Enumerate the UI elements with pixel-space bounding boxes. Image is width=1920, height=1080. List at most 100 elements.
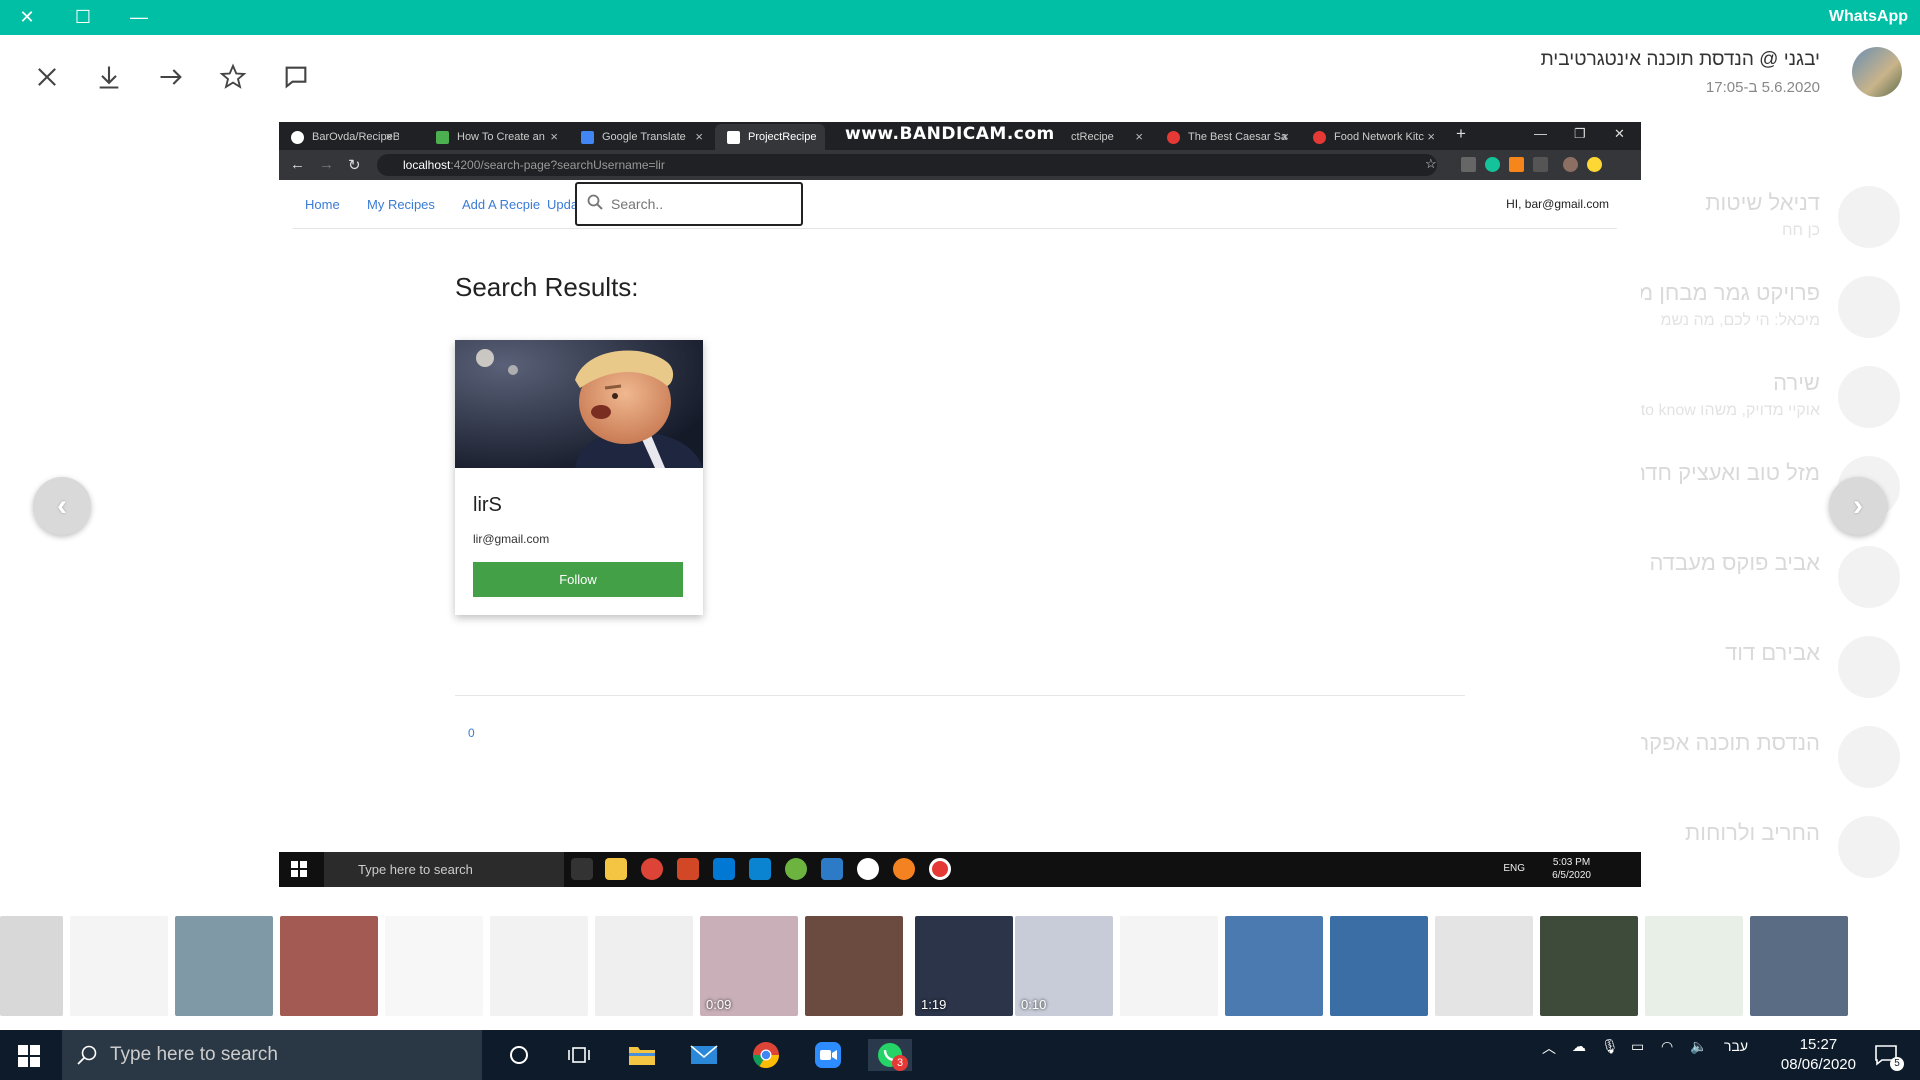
star-button[interactable] (211, 55, 255, 99)
taskbar-search[interactable]: Type here to search (62, 1030, 482, 1080)
notification-center-button[interactable]: 5 (1864, 1039, 1908, 1071)
close-window-icon[interactable]: ✕ (2, 0, 52, 35)
inner-taskbar-search[interactable]: Type here to search (324, 852, 564, 887)
profile-avatar[interactable] (1563, 157, 1578, 172)
previous-media-button[interactable]: ‹ (33, 477, 91, 535)
close-tab-icon[interactable]: × (1281, 129, 1289, 144)
reload-icon[interactable]: ↻ (348, 156, 361, 174)
powerpoint-icon[interactable] (677, 858, 699, 880)
close-tab-icon[interactable]: × (550, 129, 558, 144)
go-to-message-button[interactable] (274, 55, 318, 99)
next-media-button[interactable]: › (1829, 477, 1887, 535)
chevron-up-icon[interactable]: ︿ (1542, 1038, 1556, 1058)
windows-logo-icon[interactable] (291, 861, 307, 877)
close-tab-icon[interactable]: × (695, 129, 703, 144)
media-thumbnail[interactable] (1435, 916, 1533, 1016)
browser-toolbar: ← → ↻ localhost:4200/search-page?searchU… (279, 150, 1641, 180)
microphone-icon[interactable]: 🎙 (1601, 1038, 1619, 1055)
media-thumbnail[interactable] (1750, 916, 1848, 1016)
media-thumbnail[interactable]: 1:19 (915, 916, 1013, 1016)
browser-tab[interactable]: ctRecipe × (1059, 124, 1149, 150)
app-icon[interactable] (821, 858, 843, 880)
media-thumbnail[interactable] (805, 916, 903, 1016)
wifi-icon[interactable]: ◠ (1661, 1038, 1673, 1055)
media-thumbnail[interactable] (1540, 916, 1638, 1016)
minimize-window-icon[interactable]: — (114, 0, 164, 35)
metamask-icon[interactable] (1509, 157, 1524, 172)
whatsapp-taskbar-icon[interactable]: 3 (868, 1039, 912, 1071)
windows-logo-icon[interactable] (18, 1045, 40, 1067)
browser-tab[interactable]: BarOvda/RecipeBo × (279, 124, 399, 150)
cortana-icon[interactable] (497, 1039, 541, 1071)
task-view-icon[interactable] (571, 858, 593, 880)
emoji-icon[interactable] (1587, 157, 1602, 172)
media-thumbnail[interactable]: 0:10 (1015, 916, 1113, 1016)
media-thumbnail[interactable] (1225, 916, 1323, 1016)
cloud-icon[interactable]: ☁ (1572, 1038, 1586, 1055)
close-icon[interactable]: ✕ (1614, 126, 1625, 142)
language-indicator[interactable]: עבר (1724, 1038, 1748, 1054)
file-explorer-icon[interactable] (605, 858, 627, 880)
zoom-icon[interactable] (806, 1039, 850, 1071)
download-button[interactable] (87, 55, 131, 99)
grammarly-icon[interactable] (1485, 157, 1500, 172)
mail-icon[interactable] (682, 1039, 726, 1071)
media-thumbnail[interactable] (280, 916, 378, 1016)
follow-button[interactable]: Follow (473, 562, 683, 597)
edge-icon[interactable] (749, 858, 771, 880)
battery-icon[interactable]: ▭ (1631, 1038, 1644, 1055)
search-input[interactable] (611, 194, 791, 214)
vscode-icon[interactable] (713, 858, 735, 880)
forward-button[interactable] (149, 55, 193, 99)
extension-icon[interactable] (1461, 157, 1476, 172)
spring-icon[interactable] (785, 858, 807, 880)
task-view-icon[interactable] (557, 1039, 601, 1071)
browser-tab-active[interactable]: ProjectRecipe (715, 124, 825, 150)
browser-tab[interactable]: How To Create an × (424, 124, 564, 150)
media-thumbnail[interactable] (490, 916, 588, 1016)
close-tab-icon[interactable]: × (1427, 129, 1435, 144)
browser-tab[interactable]: Food Network Kitc × (1301, 124, 1441, 150)
maximize-window-icon[interactable]: ☐ (58, 0, 108, 35)
media-thumbnail[interactable] (1120, 916, 1218, 1016)
extension-icon[interactable] (1533, 157, 1548, 172)
file-explorer-icon[interactable] (620, 1039, 664, 1071)
download-icon (99, 66, 119, 89)
taskbar-clock[interactable]: 15:27 08/06/2020 (1781, 1035, 1856, 1075)
media-thumbnail[interactable] (385, 916, 483, 1016)
chrome-icon[interactable] (641, 858, 663, 880)
media-thumbnail[interactable] (595, 916, 693, 1016)
volume-icon[interactable]: 🔈 (1690, 1038, 1707, 1055)
minimize-icon[interactable]: — (1534, 126, 1547, 141)
forward-icon[interactable]: → (319, 156, 334, 173)
chat-item: אביב פוקס מעבדה (1620, 540, 1910, 620)
media-thumbnail[interactable] (175, 916, 273, 1016)
restore-icon[interactable]: ❐ (1574, 126, 1586, 142)
media-thumbnail[interactable] (1645, 916, 1743, 1016)
browser-tab[interactable]: The Best Caesar Sa × (1155, 124, 1295, 150)
app-icon[interactable] (857, 858, 879, 880)
sender-avatar[interactable] (1852, 47, 1902, 97)
close-tab-icon[interactable]: × (385, 129, 393, 144)
bookmark-star-icon[interactable]: ☆ (1425, 156, 1437, 172)
nav-add-recipe[interactable]: Add A Recpie (462, 197, 540, 212)
media-thumbnail[interactable] (70, 916, 168, 1016)
back-icon[interactable]: ← (290, 156, 305, 173)
search-box[interactable] (575, 182, 803, 226)
media-thumbnail[interactable] (1330, 916, 1428, 1016)
nav-home[interactable]: Home (305, 197, 340, 212)
record-icon[interactable] (929, 858, 951, 880)
media-thumbnail[interactable] (0, 916, 63, 1016)
browser-tab[interactable]: Google Translate × (569, 124, 709, 150)
nav-my-recipes[interactable]: My Recipes (367, 197, 435, 212)
chrome-icon[interactable] (744, 1039, 788, 1071)
address-bar[interactable]: localhost:4200/search-page?searchUsernam… (377, 154, 1437, 176)
app-title: WhatsApp (1828, 8, 1908, 25)
close-tab-icon[interactable]: × (1135, 129, 1143, 144)
new-tab-icon[interactable]: + (1456, 124, 1466, 144)
close-viewer-button[interactable] (25, 55, 69, 99)
language-indicator[interactable]: ENG (1503, 863, 1525, 874)
media-thumbnail[interactable]: 0:09 (700, 916, 798, 1016)
app-icon[interactable] (893, 858, 915, 880)
pagination-link[interactable]: 0 (468, 726, 475, 740)
